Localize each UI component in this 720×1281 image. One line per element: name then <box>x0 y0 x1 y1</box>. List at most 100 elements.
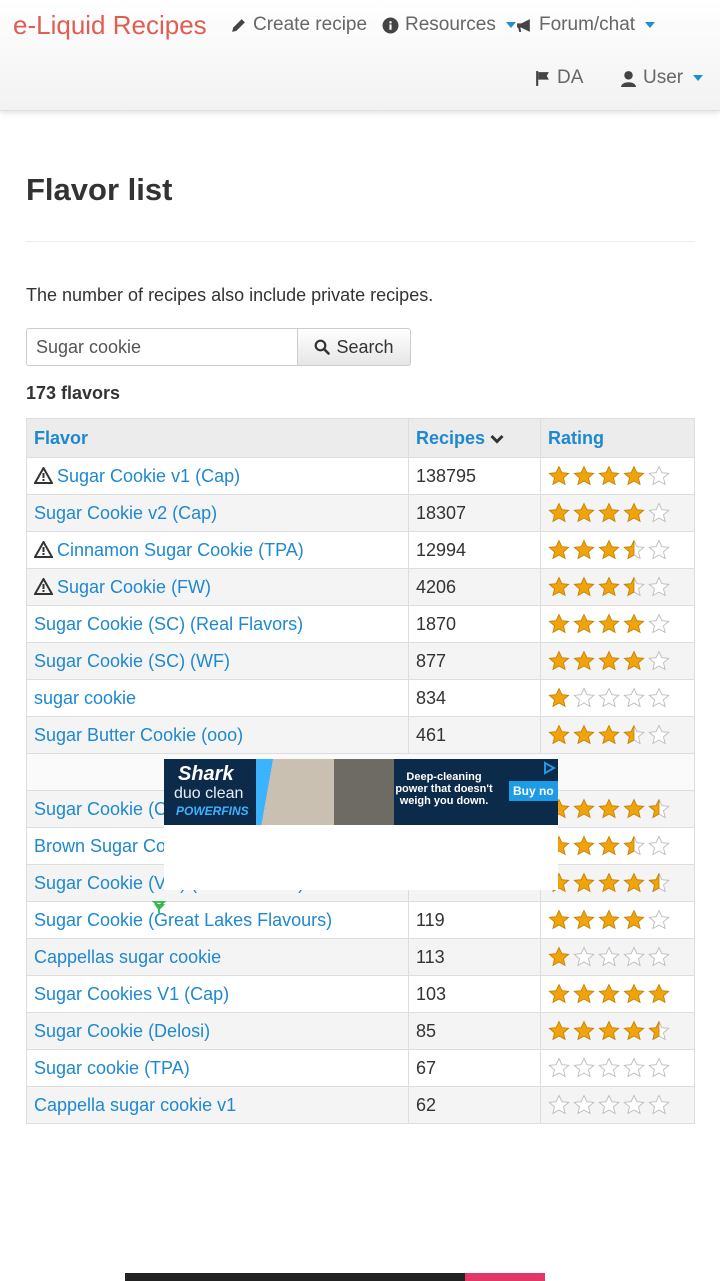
star-icon <box>573 1057 595 1078</box>
star-icon <box>648 983 670 1004</box>
star-icon <box>598 613 620 634</box>
rating-stars <box>548 465 687 487</box>
nav-user-dropdown[interactable]: User <box>620 66 704 90</box>
rating-cell <box>540 827 695 865</box>
flavor-link[interactable]: Sugar Cookie (Great Lakes Flavours) <box>34 910 332 930</box>
search-button-label: Search <box>336 336 394 357</box>
flavor-cell: Sugar Cookie (Delosi) <box>26 1012 409 1050</box>
recipes-count-cell: 12994 <box>408 531 541 569</box>
rating-stars <box>548 872 687 894</box>
table-row: Sugar Cookies V1 (Cap) 103 <box>26 975 695 1013</box>
table-row: Cappella sugar cookie v1 62 <box>26 1086 695 1124</box>
star-icon <box>548 946 570 967</box>
brand-logo-link[interactable]: e-Liquid Recipes <box>13 8 207 42</box>
rating-cell <box>540 679 695 717</box>
star-icon <box>598 798 620 819</box>
nav-language[interactable]: DA <box>534 66 583 90</box>
star-icon <box>598 724 620 745</box>
star-icon <box>648 650 670 671</box>
flavor-cell: Sugar cookie (TPA) <box>26 1049 409 1087</box>
search-button[interactable]: Search <box>298 328 411 366</box>
navbar: e-Liquid Recipes Create recipe Resources… <box>0 0 720 111</box>
info-icon <box>382 17 399 33</box>
star-icon <box>573 835 595 856</box>
column-header-rating[interactable]: Rating <box>540 418 695 458</box>
column-header-flavor[interactable]: Flavor <box>26 418 409 458</box>
star-icon <box>573 983 595 1004</box>
advertisement[interactable]: Shark duo clean POWERFINS Deep-cleaning … <box>164 759 558 890</box>
recipes-count-cell: 4206 <box>408 568 541 606</box>
star-icon <box>573 576 595 597</box>
star-icon <box>623 983 645 1004</box>
nav-resources-dropdown[interactable]: Resources <box>382 13 516 37</box>
star-icon <box>598 1020 620 1041</box>
table-row: Sugar Cookie (Delosi) 85 <box>26 1012 695 1050</box>
nav-create-recipe[interactable]: Create recipe <box>230 13 367 37</box>
star-icon <box>598 576 620 597</box>
star-icon <box>623 650 645 671</box>
flavor-link[interactable]: Sugar Cookie v1 (Cap) <box>57 466 240 486</box>
nav-resources-label: Resources <box>405 14 496 35</box>
star-icon <box>573 465 595 486</box>
column-header-rating-label: Rating <box>548 427 604 448</box>
star-icon <box>648 835 670 856</box>
star-icon <box>598 909 620 930</box>
flavor-link[interactable]: Sugar Butter Cookie (ooo) <box>34 725 243 745</box>
ad-cell: Shark duo clean POWERFINS Deep-cleaning … <box>26 753 695 913</box>
flavor-link[interactable]: Sugar cookie (TPA) <box>34 1058 190 1078</box>
ad-product-image-detail <box>334 759 394 825</box>
ad-banner[interactable]: Shark duo clean POWERFINS Deep-cleaning … <box>164 759 558 825</box>
star-icon <box>648 798 670 819</box>
table-row: Sugar Cookie (Great Lakes Flavours) 119 <box>26 901 695 939</box>
recipes-count-cell: 461 <box>408 716 541 754</box>
tree-icon[interactable] <box>152 900 166 914</box>
flavor-link[interactable]: Sugar Cookie (SC) (Real Flavors) <box>34 614 303 634</box>
star-icon <box>598 502 620 523</box>
star-icon <box>548 650 570 671</box>
flavor-count: 173 flavors <box>26 383 121 403</box>
ad-cta-button[interactable]: Buy no <box>509 781 558 801</box>
flavor-cell: Sugar Cookie v1 (Cap) <box>26 457 409 495</box>
recipes-count-cell: 67 <box>408 1049 541 1087</box>
flavor-link[interactable]: Cappellas sugar cookie <box>34 947 221 967</box>
recipes-count-cell: 62 <box>408 1086 541 1124</box>
flavor-link[interactable]: Sugar Cookies V1 (Cap) <box>34 984 229 1004</box>
rating-stars <box>548 983 687 1005</box>
star-icon <box>573 872 595 893</box>
chevron-down-icon <box>505 22 516 28</box>
ad-brand: Shark <box>178 763 234 785</box>
star-icon <box>573 724 595 745</box>
table-row: Sugar Cookie v2 (Cap) 18307 <box>26 494 695 532</box>
flavor-link[interactable]: Sugar Cookie (SC) (WF) <box>34 651 230 671</box>
star-icon <box>623 872 645 893</box>
nav-forum-dropdown[interactable]: Forum/chat <box>516 13 656 37</box>
flavor-link[interactable]: Sugar Cookie (FW) <box>57 577 211 597</box>
flavor-link[interactable]: Cinnamon Sugar Cookie (TPA) <box>57 540 304 560</box>
recipes-count-cell: 834 <box>408 679 541 717</box>
star-icon <box>573 909 595 930</box>
star-icon <box>548 576 570 597</box>
flavor-cell: Cinnamon Sugar Cookie (TPA) <box>26 531 409 569</box>
flavor-link[interactable]: Cappella sugar cookie v1 <box>34 1095 236 1115</box>
flavor-cell: Sugar Cookie (Great Lakes Flavours) <box>26 901 409 939</box>
star-icon <box>648 1057 670 1078</box>
flavor-link[interactable]: Sugar Cookie v2 (Cap) <box>34 503 217 523</box>
flavor-link[interactable]: sugar cookie <box>34 688 136 708</box>
table-row: Sugar cookie (TPA) 67 <box>26 1049 695 1087</box>
rating-cell <box>540 716 695 754</box>
flavor-cell: Sugar Butter Cookie (ooo) <box>26 716 409 754</box>
flavor-cell: Sugar Cookie (SC) (WF) <box>26 642 409 680</box>
flavor-cell: Sugar Cookie v2 (Cap) <box>26 494 409 532</box>
flavor-link[interactable]: Sugar Cookie (Delosi) <box>34 1021 210 1041</box>
rating-cell <box>540 975 695 1013</box>
table-row: Sugar Cookie v1 (Cap) 138795 <box>26 457 695 495</box>
star-icon <box>548 1057 570 1078</box>
star-icon <box>648 576 670 597</box>
recipes-count-cell: 113 <box>408 938 541 976</box>
column-header-recipes[interactable]: Recipes <box>408 418 541 458</box>
search-input[interactable] <box>26 328 298 366</box>
adchoices-icon[interactable] <box>542 761 556 775</box>
star-icon <box>573 1094 595 1115</box>
rating-cell <box>540 1049 695 1087</box>
rating-stars <box>548 687 687 709</box>
